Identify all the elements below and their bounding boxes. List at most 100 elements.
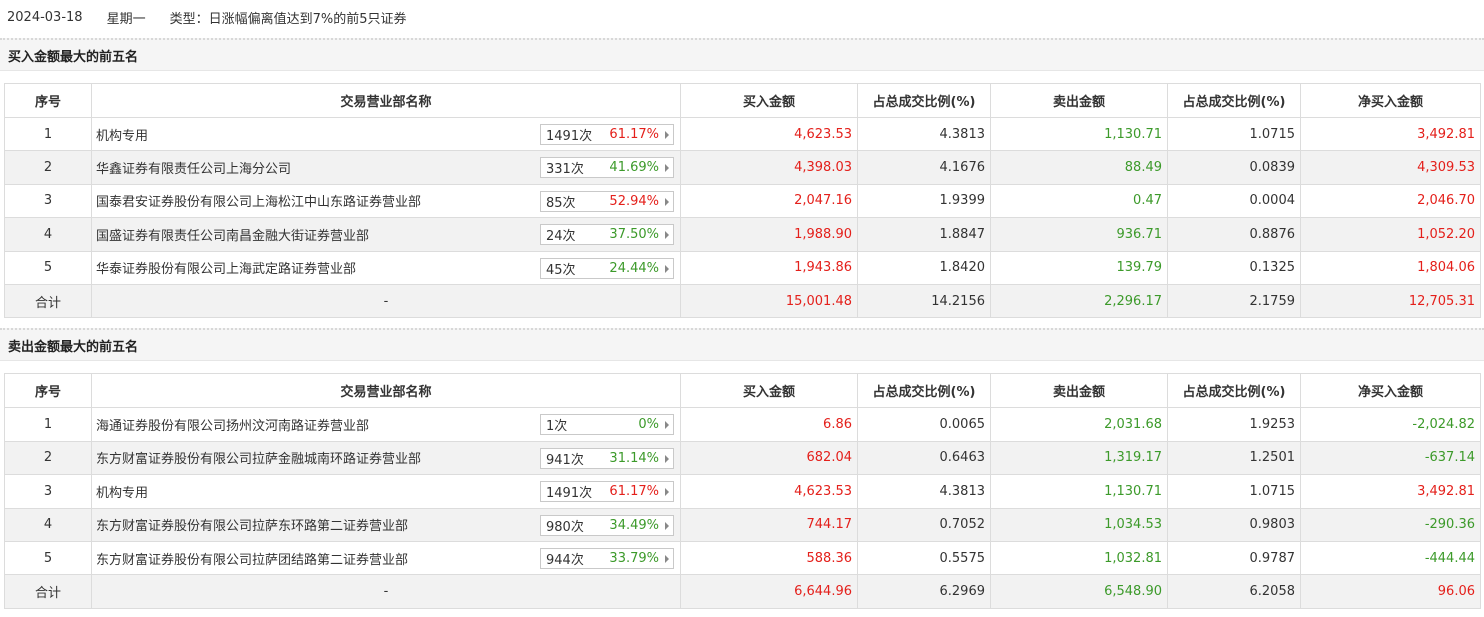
branch-name-link[interactable]: 机构专用 <box>96 125 148 144</box>
total-name: - <box>91 283 681 319</box>
buy-amount: 744.17 <box>680 507 858 542</box>
col-sell-ratio: 占总成交比例(%) <box>1167 373 1301 409</box>
success-rate: 0% <box>638 417 659 433</box>
branch-stats-badge[interactable]: 980次 34.49% <box>540 514 674 536</box>
table-row: 3 机构专用 1491次 61.17% 4,623.53 4.3813 1,130.71 1.… <box>4 474 1481 509</box>
buy-ratio: 1.8420 <box>857 250 991 285</box>
buy-section-title: 买入金额最大的前五名 <box>0 38 1484 71</box>
listing-count: 980次 <box>546 519 584 535</box>
net-buy: 2,046.70 <box>1300 183 1481 219</box>
branch-stats-badge[interactable]: 1次 0% <box>540 414 674 436</box>
buy-ratio: 4.1676 <box>857 150 991 185</box>
success-rate: 31.14% <box>609 450 659 466</box>
col-sell-amount: 卖出金额 <box>990 83 1168 118</box>
branch-cell: 东方财富证券股份有限公司拉萨团结路第二证券营业部 944次 33.79% <box>91 540 681 576</box>
net-buy: 4,309.53 <box>1300 150 1481 185</box>
sell-amount: 2,031.68 <box>990 407 1168 442</box>
branch-name-link[interactable]: 华泰证券股份有限公司上海武定路证券营业部 <box>96 258 356 277</box>
branch-stats-badge[interactable]: 331次 41.69% <box>540 157 674 179</box>
success-rate: 33.79% <box>609 550 659 566</box>
branch-name-link[interactable]: 机构专用 <box>96 482 148 501</box>
caret-right-icon <box>665 421 669 430</box>
branch-cell: 国盛证券有限责任公司南昌金融大街证券营业部 24次 37.50% <box>91 217 681 252</box>
branch-name-link[interactable]: 东方财富证券股份有限公司拉萨团结路第二证券营业部 <box>96 549 408 568</box>
branch-name-link[interactable]: 华鑫证券有限责任公司上海分公司 <box>96 158 291 177</box>
net-buy: 3,492.81 <box>1300 116 1481 152</box>
sell-ratio: 0.0004 <box>1167 183 1301 219</box>
sell-ratio: 0.9787 <box>1167 540 1301 576</box>
total-label: 合计 <box>4 574 92 609</box>
col-buy-ratio: 占总成交比例(%) <box>857 373 991 409</box>
caret-right-icon <box>665 131 669 139</box>
branch-name-link[interactable]: 东方财富证券股份有限公司拉萨金融城南环路证券营业部 <box>96 448 421 467</box>
row-index: 2 <box>4 150 92 185</box>
table-row: 5 华泰证券股份有限公司上海武定路证券营业部 45次 24.44% 1,943.86 1.… <box>4 250 1481 285</box>
row-index: 4 <box>4 507 92 542</box>
col-branch-name: 交易营业部名称 <box>91 373 681 409</box>
branch-stats-badge[interactable]: 1491次 61.17% <box>540 124 674 145</box>
row-index: 5 <box>4 250 92 285</box>
listing-count: 941次 <box>546 452 584 468</box>
branch-cell: 机构专用 1491次 61.17% <box>91 116 681 152</box>
sell-ratio: 0.8876 <box>1167 217 1301 252</box>
buy-ratio: 4.3813 <box>857 474 991 509</box>
listing-count: 1491次 <box>546 129 593 144</box>
branch-name-link[interactable]: 国泰君安证券股份有限公司上海松江中山东路证券营业部 <box>96 191 421 210</box>
listing-count: 944次 <box>546 552 584 568</box>
branch-cell: 东方财富证券股份有限公司拉萨东环路第二证券营业部 980次 34.49% <box>91 507 681 542</box>
total-sell: 2,296.17 <box>990 283 1168 319</box>
branch-stats-badge[interactable]: 45次 24.44% <box>540 257 674 279</box>
branch-stats-badge[interactable]: 24次 37.50% <box>540 224 674 246</box>
total-buy-ratio: 14.2156 <box>857 283 991 319</box>
branch-name-link[interactable]: 海通证券股份有限公司扬州汶河南路证券营业部 <box>96 415 369 434</box>
branch-stats-badge[interactable]: 944次 33.79% <box>540 547 674 569</box>
sell-amount: 0.47 <box>990 183 1168 219</box>
col-net-buy: 净买入金额 <box>1300 83 1481 118</box>
total-buy-ratio: 6.2969 <box>857 574 991 609</box>
col-buy-ratio: 占总成交比例(%) <box>857 83 991 118</box>
col-sell-ratio: 占总成交比例(%) <box>1167 83 1301 118</box>
caret-right-icon <box>665 454 669 463</box>
total-net-buy: 12,705.31 <box>1300 283 1481 319</box>
table-row: 4 国盛证券有限责任公司南昌金融大街证券营业部 24次 37.50% 1,988.90 1… <box>4 217 1481 252</box>
col-buy-amount: 买入金额 <box>680 83 858 118</box>
branch-stats-badge[interactable]: 85次 52.94% <box>540 190 674 212</box>
buy-amount: 4,623.53 <box>680 116 858 152</box>
caret-right-icon <box>665 554 669 563</box>
total-row: 合计 -6,644.96 6.2969 6,548.90 6.2058 96.06 <box>4 574 1481 609</box>
col-index: 序号 <box>4 83 92 118</box>
caret-right-icon <box>665 231 669 240</box>
caret-right-icon <box>665 264 669 273</box>
success-rate: 37.50% <box>609 227 659 243</box>
row-index: 3 <box>4 474 92 509</box>
sell-amount: 1,319.17 <box>990 440 1168 476</box>
success-rate: 24.44% <box>609 260 659 276</box>
branch-name-link[interactable]: 国盛证券有限责任公司南昌金融大街证券营业部 <box>96 225 369 244</box>
branch-cell: 华泰证券股份有限公司上海武定路证券营业部 45次 24.44% <box>91 250 681 285</box>
buy-amount: 2,047.16 <box>680 183 858 219</box>
total-row: 合计 -15,001.48 14.2156 2,296.17 2.1759 12,705.… <box>4 283 1481 319</box>
sell-amount: 1,130.71 <box>990 474 1168 509</box>
success-rate: 41.69% <box>609 160 659 176</box>
caret-right-icon <box>665 197 669 206</box>
buy-ratio: 0.5575 <box>857 540 991 576</box>
col-branch-name: 交易营业部名称 <box>91 83 681 118</box>
branch-stats-badge[interactable]: 1491次 61.17% <box>540 481 674 503</box>
table-row: 1 海通证券股份有限公司扬州汶河南路证券营业部 1次 0% 6.86 0.0065 2,03… <box>4 407 1481 442</box>
sell-ratio: 1.9253 <box>1167 407 1301 442</box>
buy-ratio: 1.8847 <box>857 217 991 252</box>
net-buy: 1,052.20 <box>1300 217 1481 252</box>
sell-table: 序号 交易营业部名称 买入金额 占总成交比例(%) 卖出金额 占总成交比例(%)… <box>4 373 1481 609</box>
success-rate: 52.94% <box>609 193 659 209</box>
buy-amount: 1,943.86 <box>680 250 858 285</box>
branch-stats-badge[interactable]: 941次 31.14% <box>540 447 674 469</box>
row-index: 1 <box>4 407 92 442</box>
buy-ratio: 1.9399 <box>857 183 991 219</box>
branch-name-link[interactable]: 东方财富证券股份有限公司拉萨东环路第二证券营业部 <box>96 515 408 534</box>
listing-count: 45次 <box>546 262 576 278</box>
sell-ratio: 1.0715 <box>1167 474 1301 509</box>
listing-count: 24次 <box>546 229 576 245</box>
branch-cell: 机构专用 1491次 61.17% <box>91 474 681 509</box>
sell-ratio: 1.2501 <box>1167 440 1301 476</box>
list-type: 类型：日涨幅偏离值达到7%的前5只证券 <box>169 11 407 27</box>
